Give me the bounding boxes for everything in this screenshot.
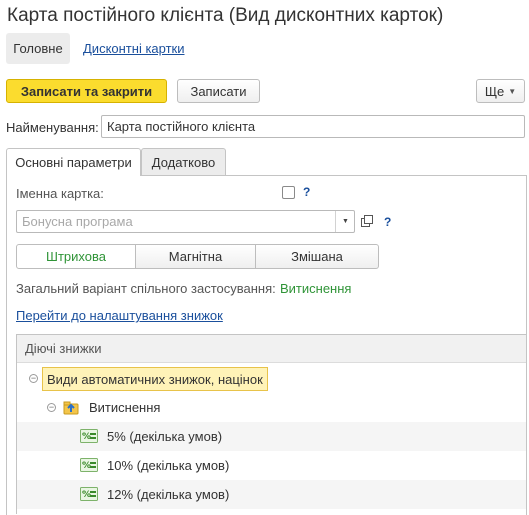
named-card-label: Іменна картка:	[16, 186, 104, 201]
collapse-icon[interactable]: −	[29, 374, 38, 383]
save-button[interactable]: Записати	[177, 79, 260, 103]
name-input[interactable]: Карта постійного клієнта	[101, 115, 525, 138]
card-type-barcode[interactable]: Штрихова	[16, 244, 136, 269]
bonus-dropdown-button[interactable]: ▼	[335, 211, 355, 232]
collapse-icon[interactable]: −	[47, 403, 56, 412]
list-item[interactable]: 12% (декілька умов)	[107, 487, 229, 502]
list-item-root[interactable]: Види автоматичних знижок, націнок	[42, 367, 268, 391]
chevron-down-icon: ▼	[342, 218, 349, 225]
folder-arrow-icon	[63, 399, 79, 415]
list-item[interactable]: 5% (декілька умов)	[107, 429, 222, 444]
discounts-list-header[interactable]: Діючі знижки	[17, 335, 526, 363]
chevron-down-icon: ▼	[508, 86, 517, 96]
list-item[interactable]: 10% (декілька умов)	[107, 458, 229, 473]
tab-additional[interactable]: Додатково	[141, 148, 226, 175]
discount-icon: %	[80, 487, 98, 501]
named-card-checkbox[interactable]	[282, 186, 295, 199]
tab-main-parameters[interactable]: Основні параметри	[6, 148, 141, 176]
card-type-mixed[interactable]: Змішана	[255, 244, 379, 269]
help-icon[interactable]: ?	[303, 185, 310, 199]
svg-text:%: %	[82, 432, 91, 442]
more-menu-button[interactable]: Ще ▼	[476, 79, 525, 103]
open-form-icon[interactable]	[359, 213, 375, 229]
page-title: Карта постійного клієнта (Вид дисконтних…	[7, 5, 444, 26]
svg-text:%: %	[82, 490, 91, 500]
nav-discount-cards-link[interactable]: Дисконтні картки	[83, 41, 185, 56]
name-label: Найменування:	[6, 120, 99, 135]
help-icon[interactable]: ?	[384, 215, 391, 229]
bonus-program-input[interactable]: Бонусна програма	[16, 210, 355, 233]
more-label: Ще	[484, 83, 505, 99]
discount-icon: %	[80, 429, 98, 443]
save-and-close-button[interactable]: Записати та закрити	[6, 79, 167, 103]
svg-text:%: %	[82, 461, 91, 471]
discount-settings-link[interactable]: Перейти до налаштування знижок	[16, 308, 223, 323]
card-type-magnetic[interactable]: Магнітна	[135, 244, 256, 269]
nav-main-tab[interactable]: Головне	[6, 33, 70, 64]
variant-label: Загальний варіант спільного застосування…	[16, 281, 276, 296]
list-item-group[interactable]: Витиснення	[89, 400, 160, 415]
discount-icon: %	[80, 458, 98, 472]
variant-value[interactable]: Витиснення	[280, 281, 351, 296]
